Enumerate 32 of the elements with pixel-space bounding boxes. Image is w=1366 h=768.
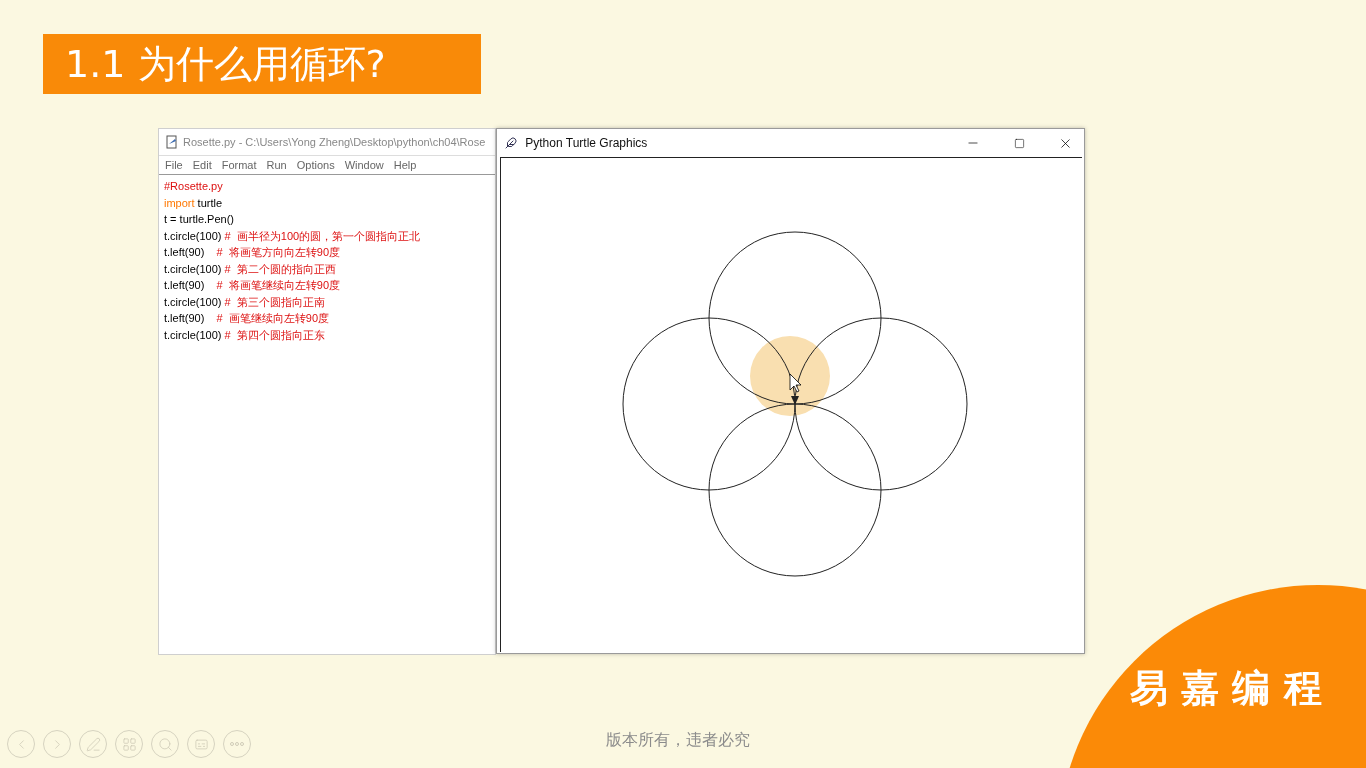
feather-icon bbox=[505, 137, 518, 149]
menu-item[interactable]: Format bbox=[221, 159, 257, 171]
menu-item[interactable]: Options bbox=[296, 159, 335, 171]
code-line: t.left(90) # 将画笔继续向左转90度 bbox=[164, 278, 342, 293]
window-title: Python Turtle Graphics bbox=[525, 136, 649, 150]
brand-logo-text: 易 嘉 编 程 bbox=[1130, 665, 1322, 712]
turtle-arrow-icon bbox=[791, 396, 800, 405]
mouse-cursor-icon bbox=[789, 373, 802, 393]
menu-item[interactable]: Run bbox=[266, 159, 287, 171]
menu-item[interactable]: File bbox=[165, 159, 183, 171]
code-line: t.circle(100) # 第三个圆指向正南 bbox=[164, 294, 326, 310]
code-line: t.circle(100) # 第二个圆的指向正西 bbox=[164, 261, 337, 277]
search-icon bbox=[157, 736, 173, 752]
code-line: #Rosette.py bbox=[164, 179, 224, 194]
code-line: t.left(90) # 画笔继续向左转90度 bbox=[164, 311, 331, 326]
menu-item[interactable]: Window bbox=[344, 159, 384, 171]
code-line: t.circle(100) # 第四个圆指向正东 bbox=[164, 327, 326, 343]
menu-item[interactable]: Edit bbox=[192, 159, 212, 171]
pen-icon bbox=[85, 736, 101, 752]
maximize-icon bbox=[1013, 137, 1025, 149]
slide-title: 1.1 为什么用循环? bbox=[43, 34, 481, 94]
file-icon bbox=[165, 135, 179, 149]
grid-icon bbox=[121, 736, 137, 752]
code-line: t.left(90) # 将画笔方向向左转90度 bbox=[164, 245, 342, 260]
more-icon bbox=[230, 742, 244, 746]
code-line: t = turtle.Pen() bbox=[164, 212, 235, 227]
window-title: Rosette.py - C:\Users\Yong Zheng\Desktop\python\ch04\Rose bbox=[183, 136, 486, 148]
code-line: t.circle(100) # 画半径为100的圆，第一个圆指向正北 bbox=[164, 228, 422, 244]
captions-icon bbox=[193, 736, 209, 752]
code-line: import turtle bbox=[164, 195, 224, 211]
copyright-notice: 版本所有，违者必究 bbox=[606, 730, 750, 751]
menu-item[interactable]: Help bbox=[393, 159, 417, 171]
